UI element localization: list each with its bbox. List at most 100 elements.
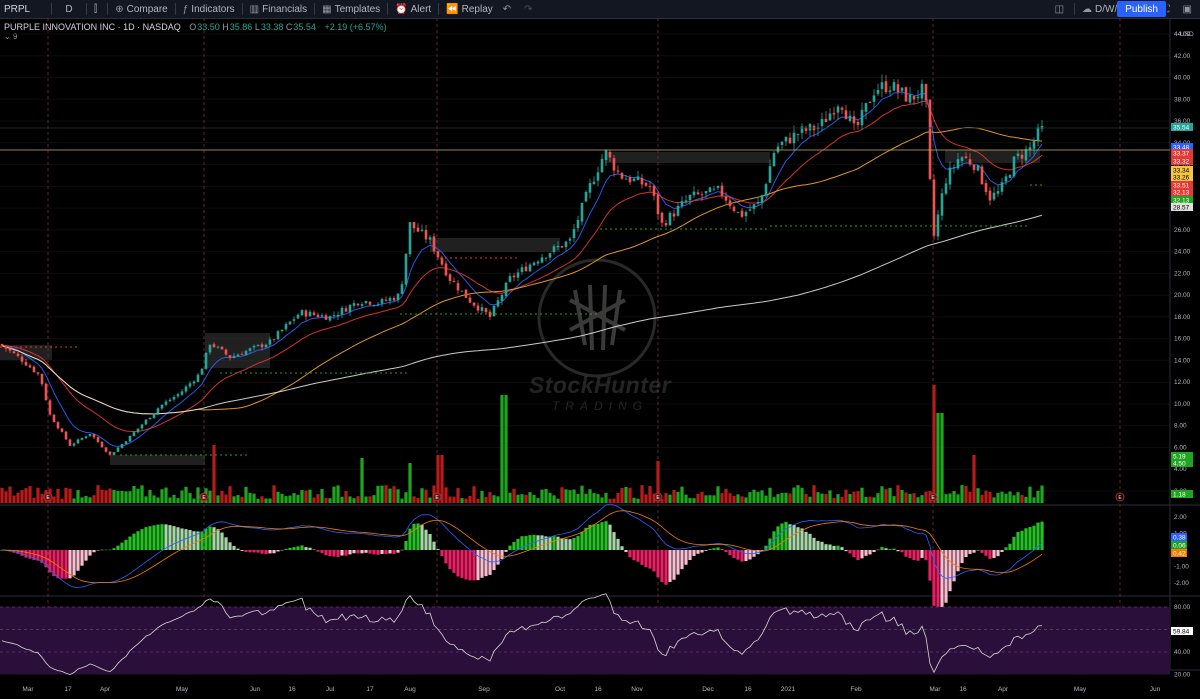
macd-histogram-bar <box>596 523 600 550</box>
macd-histogram-bar <box>648 550 652 569</box>
macd-histogram-bar <box>332 550 336 557</box>
volume-bar <box>148 489 152 503</box>
candle-body <box>668 212 672 226</box>
volume-bar <box>164 487 168 503</box>
macd-histogram-bar <box>472 550 476 581</box>
price-label-text: 33.37 <box>1173 151 1190 158</box>
volume-bar <box>612 498 616 503</box>
time-tick-label: 2021 <box>781 686 796 693</box>
candle-body <box>200 368 204 375</box>
price-tick-label: 16.00 <box>1174 336 1191 343</box>
compare-button[interactable]: ⊕ Compare <box>110 0 173 18</box>
macd-histogram-bar <box>280 550 284 551</box>
publish-button[interactable]: Publish <box>1117 1 1166 17</box>
candle-body <box>128 435 132 442</box>
watermark-circle <box>537 258 657 378</box>
volume-bar <box>388 488 392 503</box>
macd-histogram-bar <box>152 525 156 550</box>
volume-bar <box>832 497 836 503</box>
snapshot-button[interactable]: ▣ <box>1178 0 1200 18</box>
layout-icon: ◫ <box>1054 3 1065 15</box>
volume-bar <box>192 498 196 503</box>
volume-bar <box>728 493 732 503</box>
symbol-search[interactable]: PRPL <box>0 0 49 18</box>
volume-bar <box>380 485 384 503</box>
macd-histogram-bar <box>552 536 556 550</box>
volume-bar <box>544 489 548 503</box>
layout-button[interactable]: ◫ <box>1050 0 1072 18</box>
volume-bar <box>532 494 536 503</box>
candle-body <box>440 258 444 265</box>
templates-button[interactable]: ▦ Templates <box>317 0 385 18</box>
volume-bar <box>916 497 920 503</box>
macd-histogram-bar <box>176 527 180 550</box>
price-label-text: 33.26 <box>1173 175 1190 182</box>
candle-body <box>448 274 452 281</box>
volume-bar <box>484 496 488 503</box>
replay-button[interactable]: ⏪ Replay <box>441 0 498 18</box>
macd-histogram-bar <box>356 550 360 554</box>
candle-body <box>536 261 540 264</box>
macd-histogram-bar <box>360 550 364 554</box>
candle-body <box>460 290 464 292</box>
volume-bar <box>176 498 180 503</box>
volume-bar <box>984 490 988 503</box>
templates-icon: ▦ <box>322 3 332 15</box>
volume-bar <box>124 491 128 503</box>
macd-histogram-bar <box>1012 536 1016 550</box>
undo-button[interactable]: ↶ <box>498 0 519 18</box>
financials-button[interactable]: ▥ Financials <box>245 0 312 18</box>
candle-body <box>176 394 180 397</box>
macd-histogram-bar <box>468 550 472 581</box>
macd-histogram-bar <box>232 545 236 550</box>
candle-body <box>344 308 348 312</box>
price-tick-label: 24.00 <box>1174 249 1191 256</box>
volume-bar <box>932 385 936 503</box>
candle-body <box>468 297 472 303</box>
macd-histogram-bar <box>256 550 260 553</box>
time-tick-label: Feb <box>850 686 862 693</box>
macd-histogram-bar <box>640 550 644 565</box>
candle-body <box>328 316 332 321</box>
macd-histogram-bar <box>528 535 532 550</box>
time-tick-label: Sep <box>478 686 490 693</box>
interval-button[interactable]: D <box>54 0 84 18</box>
alert-button[interactable]: ⏰ Alert <box>390 0 436 18</box>
price-tick-label: 8.00 <box>1174 423 1187 430</box>
chart-type-button[interactable]: ⫿ <box>89 0 105 18</box>
volume-bar <box>328 498 332 503</box>
redo-button[interactable]: ↷ <box>519 0 540 18</box>
candle-body <box>792 132 796 144</box>
macd-histogram-bar <box>216 529 220 550</box>
macd-histogram-bar <box>604 521 608 550</box>
volume-bar <box>316 494 320 503</box>
candle-body <box>120 444 124 448</box>
candle-body <box>1020 154 1024 159</box>
volume-bar <box>428 497 432 503</box>
candle-body <box>284 324 288 330</box>
macd-histogram-bar <box>612 532 616 550</box>
volume-bar <box>696 493 700 503</box>
macd-histogram-bar <box>684 550 688 565</box>
candle-body <box>184 386 188 392</box>
candle-body <box>564 241 568 248</box>
volume-bar <box>616 492 620 503</box>
macd-histogram-bar <box>856 550 860 561</box>
price-chart[interactable]: 44.0042.0040.0038.0036.0034.0032.0030.00… <box>0 18 1200 699</box>
candle-body <box>936 214 940 237</box>
macd-histogram-bar <box>688 550 692 561</box>
macd-histogram-bar <box>440 550 444 557</box>
volume-bar <box>296 494 300 503</box>
macd-histogram-bar <box>404 540 408 550</box>
time-axis[interactable]: Mar 17 Apr May Jun 16 Jul 17 Aug Sep Oct 16 Nov Dec 16… <box>22 686 1160 693</box>
candle-body <box>616 170 620 172</box>
macd-histogram-bar <box>980 550 984 553</box>
candle-body <box>596 172 600 181</box>
candle-body <box>540 257 544 263</box>
volume-bar <box>664 493 668 503</box>
top-toolbar: PRPL D ⫿ ⊕ Compare ƒ Indicators ▥ Financial… <box>0 0 1200 19</box>
candle-body <box>840 107 844 110</box>
volume-bar <box>464 498 468 503</box>
indicators-button[interactable]: ƒ Indicators <box>178 0 240 18</box>
macd-histogram-bar <box>700 550 704 553</box>
